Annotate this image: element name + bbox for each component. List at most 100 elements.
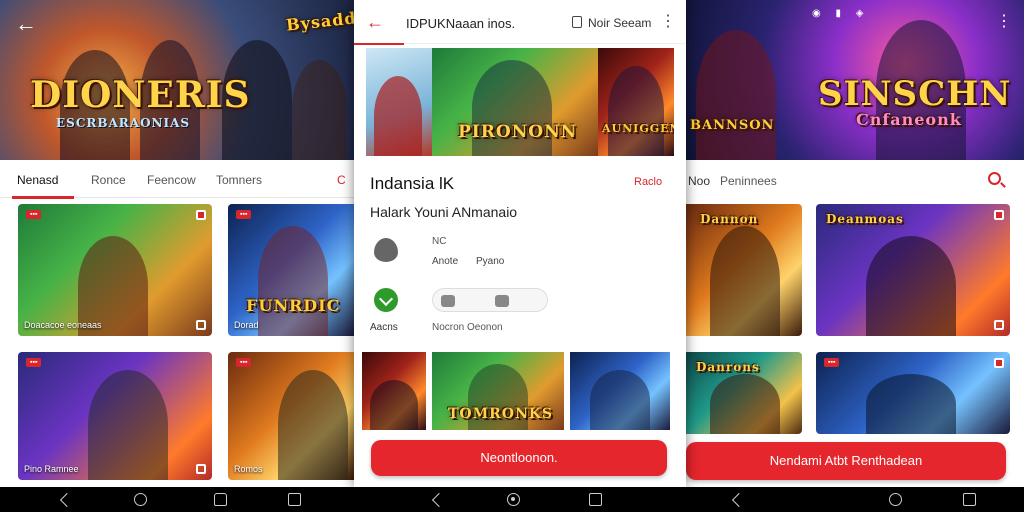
primary-action-button[interactable]: Nendami Atbt Renthadean: [686, 442, 1006, 480]
tab-item[interactable]: Peninnees: [720, 174, 777, 188]
radio-link[interactable]: Raclo: [634, 176, 662, 188]
thumbs-down-icon[interactable]: [495, 295, 509, 307]
meta-label: Anote: [432, 256, 459, 267]
tab-item[interactable]: Ronce: [91, 173, 126, 187]
middle-screen: ← IDPUKNaaan inos. Noir Seeam ⋮ PIRONONN…: [354, 0, 686, 487]
nav-recents-icon[interactable]: [589, 493, 602, 506]
lock-icon[interactable]: [572, 16, 582, 28]
nav-back-icon[interactable]: [732, 493, 742, 505]
category-tabs: Nenasd Ronce Feencow Tomners C: [0, 164, 354, 199]
right-hero-banner[interactable]: SINSCHN Cnfaneonk BANNSON ◉ ▮ ◈ ⋮: [686, 0, 1024, 160]
game-thumbnail[interactable]: [570, 352, 670, 430]
status-bar-icons: ◉ ▮ ◈: [812, 8, 870, 19]
card-badge: ▪▪▪: [26, 358, 42, 367]
page-title: IDPUKNaaan inos.: [406, 16, 516, 31]
banner-logo: PIRONONN: [458, 122, 578, 142]
banner-character: [374, 76, 422, 156]
bookmark-icon[interactable]: [196, 210, 206, 220]
active-tab-indicator: [12, 196, 74, 199]
nav-house-icon[interactable]: [214, 493, 227, 506]
banner-character: [608, 66, 664, 156]
hero-character: [292, 60, 347, 160]
tab-item[interactable]: C: [337, 173, 346, 187]
more-options-icon[interactable]: ⋮: [996, 12, 1012, 32]
card-badge: ▪▪▪: [236, 210, 252, 219]
nav-recents-icon[interactable]: [963, 493, 976, 506]
rating-pill[interactable]: [432, 288, 548, 312]
card-character: [278, 370, 348, 480]
accent-line: [354, 43, 404, 45]
hero-logo-subtitle: Cnfaneonk: [856, 110, 962, 129]
game-thumbnail[interactable]: [362, 352, 426, 430]
game-card[interactable]: ▪▪▪ FUNRDIC Dorad: [228, 204, 354, 336]
thumbnail-character: [590, 370, 650, 430]
back-arrow-icon[interactable]: ←: [366, 12, 384, 32]
hero-logo-title: SINSCHN: [818, 74, 1012, 114]
left-hero-banner[interactable]: DIONERIS ESCRBARAONIAS Bysadd ←: [0, 0, 354, 160]
right-screen: SINSCHN Cnfaneonk BANNSON ◉ ▮ ◈ ⋮ Noo Pe…: [686, 0, 1024, 487]
game-card[interactable]: ▪▪▪ Romos: [228, 352, 354, 480]
top-app-bar: ← IDPUKNaaan inos. Noir Seeam ⋮: [354, 0, 686, 45]
game-card[interactable]: Deanmoas: [816, 204, 1010, 336]
hero-character: [696, 30, 776, 160]
option-label: Aacns: [370, 322, 398, 333]
game-thumbnail[interactable]: TOMRONKS: [432, 352, 564, 430]
hero-logo-subtitle: ESCRBARAONIAS: [56, 116, 191, 130]
game-card[interactable]: Dannon: [686, 204, 802, 336]
banner-tile[interactable]: PIRONONN: [432, 48, 598, 156]
expand-icon[interactable]: [994, 320, 1004, 330]
game-card[interactable]: ▪▪▪: [816, 352, 1010, 434]
hero-small-logo: BANNSON: [690, 118, 775, 133]
banner-logo: AUNIGGEN: [602, 122, 674, 135]
tab-item[interactable]: Nenasd: [17, 173, 58, 187]
left-screen: DIONERIS ESCRBARAONIAS Bysadd ← Nenasd R…: [0, 0, 354, 487]
card-title: Dorad: [234, 320, 259, 330]
primary-action-button[interactable]: Neontloonon.: [371, 440, 667, 476]
card-title: Doacacoe eoneaas: [24, 320, 102, 330]
card-logo: Danrons: [696, 360, 760, 374]
thumbnail-character: [370, 380, 418, 430]
tab-item[interactable]: Feencow: [147, 173, 196, 187]
meta-label: Pyano: [476, 256, 505, 267]
section-subheading: Halark Youni ANmanaio: [370, 204, 518, 220]
nav-back-icon[interactable]: [432, 493, 442, 505]
card-character: [88, 370, 168, 480]
screenshot-collage: DIONERIS ESCRBARAONIAS Bysadd ← Nenasd R…: [0, 0, 1024, 512]
game-card[interactable]: ▪▪▪ Doacacoe eoneaas: [18, 204, 212, 336]
apple-icon: [374, 238, 398, 262]
thumbnail-logo: TOMRONKS: [448, 406, 554, 422]
nav-home-icon[interactable]: [507, 493, 520, 506]
card-badge: ▪▪▪: [236, 358, 252, 367]
search-icon[interactable]: [988, 172, 1001, 185]
game-card[interactable]: Danrons: [686, 352, 802, 434]
card-character: [866, 374, 956, 434]
banner-tile[interactable]: [366, 48, 432, 156]
nav-home-icon[interactable]: [134, 493, 147, 506]
bookmark-icon[interactable]: [994, 358, 1004, 368]
meta-value: NC: [432, 236, 447, 247]
card-logo: FUNRDIC: [246, 296, 341, 315]
card-badge: ▪▪▪: [26, 210, 42, 219]
nav-back-icon[interactable]: [60, 493, 70, 505]
expand-icon[interactable]: [196, 464, 206, 474]
card-title: Romos: [234, 464, 263, 474]
expand-icon[interactable]: [196, 320, 206, 330]
nav-home-icon[interactable]: [889, 493, 902, 506]
card-title: Pino Ramnee: [24, 464, 79, 474]
more-options-icon[interactable]: ⋮: [660, 12, 676, 32]
card-character: [710, 374, 780, 434]
bookmark-icon[interactable]: [994, 210, 1004, 220]
back-arrow-icon[interactable]: ←: [14, 12, 38, 36]
option-label: Nocron Oeonon: [432, 322, 503, 333]
card-character: [710, 226, 780, 336]
tab-item[interactable]: Tomners: [216, 173, 262, 187]
card-badge: ▪▪▪: [824, 358, 840, 367]
nav-recents-icon[interactable]: [288, 493, 301, 506]
game-card[interactable]: ▪▪▪ Pino Ramnee: [18, 352, 212, 480]
banner-tile[interactable]: AUNIGGEN: [598, 48, 674, 156]
user-label[interactable]: Noir Seeam: [588, 16, 651, 30]
thumbs-up-icon[interactable]: [441, 295, 455, 307]
hero-logo-title: DIONERIS: [30, 74, 251, 116]
card-logo: Deanmoas: [826, 212, 904, 226]
tab-item[interactable]: Noo: [688, 174, 710, 188]
